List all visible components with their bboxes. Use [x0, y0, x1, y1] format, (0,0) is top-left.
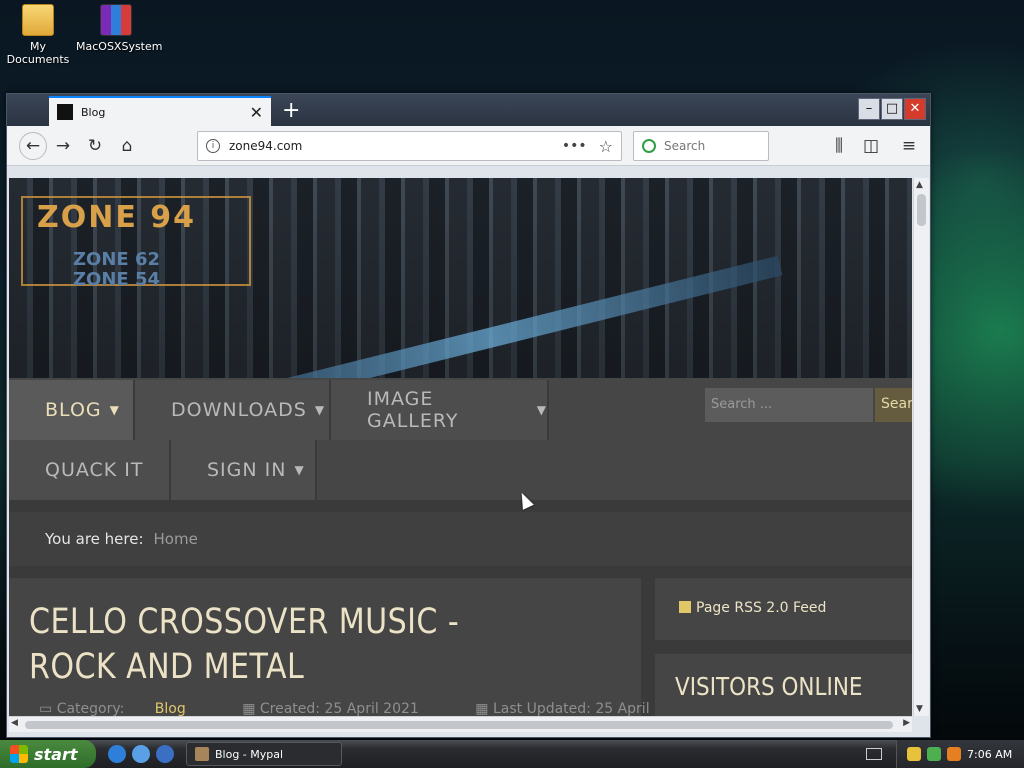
- article-category: ▭ Category: Blog: [39, 701, 186, 716]
- network-icon[interactable]: [927, 747, 941, 761]
- desktop-icon-my-documents[interactable]: My Documents: [0, 4, 78, 66]
- minimize-button[interactable]: –: [858, 98, 880, 120]
- maximize-button[interactable]: □: [881, 98, 903, 120]
- nav-toolbar: ← → ↻ ⌂ i zone94.com ••• ☆ Search ⫼ ◫ ≡: [7, 126, 930, 166]
- new-tab-button[interactable]: +: [282, 98, 300, 123]
- menu-item-downloads[interactable]: DOWNLOADS ▼: [135, 380, 331, 440]
- breadcrumb-label: You are here:: [45, 530, 144, 548]
- bookmark-star-icon[interactable]: ☆: [599, 137, 613, 156]
- menu-hamburger-icon[interactable]: ≡: [897, 134, 921, 158]
- start-label: start: [34, 744, 78, 764]
- windows-flag-icon: [10, 745, 28, 763]
- desktop-icon-macosxsystem[interactable]: MacOSXSystem: [76, 4, 162, 53]
- winrar-icon: [100, 4, 132, 36]
- ie-icon[interactable]: [108, 745, 126, 763]
- taskbar: start Blog - Mypal 7:06 AM: [0, 740, 1024, 768]
- hscroll-thumb[interactable]: [25, 721, 893, 729]
- logo-line3-text: ZONE 54: [73, 269, 161, 290]
- article: CELLO CROSSOVER MUSIC - ROCK AND METAL ▭…: [9, 578, 690, 716]
- mypal-icon: [195, 747, 209, 761]
- rss-link[interactable]: Page RSS 2.0 Feed: [696, 600, 826, 616]
- clock: 7:06 AM: [967, 747, 1013, 761]
- main-menu: BLOG ▼ DOWNLOADS ▼ IMAGE GALLERY ▼ QUACK IT…: [9, 378, 912, 500]
- tab-blog[interactable]: Blog ✕: [49, 96, 271, 126]
- sidebar-toggle-icon[interactable]: ◫: [859, 134, 883, 158]
- system-tray: 7:06 AM: [896, 740, 1024, 768]
- search-engine-icon: [642, 139, 656, 153]
- menu-item-label: DOWNLOADS: [171, 399, 307, 421]
- caret-down-icon: ▼: [294, 463, 305, 477]
- forward-button[interactable]: →: [51, 134, 75, 158]
- scroll-up-icon[interactable]: ▲: [916, 180, 923, 190]
- category-label: Category:: [56, 701, 125, 716]
- tab-title: Blog: [81, 105, 106, 119]
- url-text: zone94.com: [229, 139, 303, 153]
- scroll-down-icon[interactable]: ▼: [916, 704, 923, 714]
- search-tray-icon[interactable]: [947, 747, 961, 761]
- caret-down-icon: ▼: [536, 403, 547, 417]
- search-placeholder: Search: [664, 139, 706, 153]
- category-link[interactable]: Blog: [155, 701, 186, 716]
- desktop-icon-label: MacOSXSystem: [76, 40, 163, 53]
- taskbar-item-blog-mypal[interactable]: Blog - Mypal: [186, 742, 342, 766]
- reload-button[interactable]: ↻: [83, 134, 107, 158]
- logo-line2-text: ZONE 62: [73, 249, 161, 270]
- security-shield-icon[interactable]: [907, 747, 921, 761]
- site-header-banner: ZONE 94 ZONE 62 ZONE 54: [9, 178, 912, 421]
- menu-item-sign-in[interactable]: SIGN IN ▼: [171, 440, 317, 500]
- address-bar[interactable]: i zone94.com ••• ☆: [197, 131, 622, 161]
- keyboard-icon[interactable]: [866, 748, 882, 760]
- horizontal-scrollbar[interactable]: ◀ ▶: [9, 716, 912, 732]
- home-button[interactable]: ⌂: [115, 134, 139, 158]
- caret-down-icon: ▼: [109, 403, 120, 417]
- breadcrumb: You are here: Home: [9, 512, 912, 566]
- library-icon[interactable]: ⫼: [827, 134, 851, 158]
- page-actions-icon[interactable]: •••: [562, 138, 587, 154]
- logo-line1: ZONE 94: [37, 200, 197, 235]
- page-viewport: ZONE 94 ZONE 62 ZONE 54 BLOG ▼ DOWNLOADS ▼…: [9, 178, 912, 716]
- desktop-icon-label: My Documents: [6, 40, 70, 66]
- breadcrumb-home: Home: [153, 530, 198, 548]
- menu-item-quack-it[interactable]: QUACK IT: [9, 440, 171, 500]
- rss-icon: [679, 601, 691, 613]
- site-search-input[interactable]: Search ...: [705, 388, 873, 422]
- browser-window: Blog ✕ + – □ ✕ ← → ↻ ⌂ i zone94.com ••• …: [6, 93, 931, 738]
- back-button[interactable]: ←: [19, 132, 47, 160]
- site-search-button[interactable]: Search: [875, 388, 912, 422]
- start-button[interactable]: start: [0, 740, 96, 768]
- menu-item-label: IMAGE GALLERY: [367, 388, 459, 432]
- media-player-icon[interactable]: [156, 745, 174, 763]
- visitors-online-panel: VISITORS ONLINE: [655, 654, 912, 716]
- scroll-thumb[interactable]: [917, 194, 926, 226]
- browser-quicklaunch-icon[interactable]: [132, 745, 150, 763]
- site-logo[interactable]: ZONE 94 ZONE 62 ZONE 54: [21, 196, 251, 290]
- article-title[interactable]: CELLO CROSSOVER MUSIC - ROCK AND METAL: [29, 600, 528, 690]
- menu-item-label: BLOG: [45, 399, 102, 421]
- menu-item-image-gallery[interactable]: IMAGE GALLERY ▼: [331, 380, 549, 440]
- article-created: ▦ Created: 25 April 2021: [242, 701, 419, 716]
- close-window-button[interactable]: ✕: [904, 98, 926, 120]
- visitors-online-title: VISITORS ONLINE: [675, 672, 863, 701]
- caret-down-icon: ▼: [314, 403, 326, 417]
- scroll-left-icon[interactable]: ◀: [11, 718, 18, 728]
- vertical-scrollbar[interactable]: ▲ ▼: [913, 178, 929, 716]
- menu-item-blog[interactable]: BLOG ▼: [9, 380, 135, 440]
- menu-item-label: SIGN IN: [207, 459, 287, 481]
- article-meta: ▭ Category: Blog ▦ Created: 25 April 202…: [39, 701, 742, 716]
- browser-search-input[interactable]: Search: [633, 131, 769, 161]
- scroll-right-icon[interactable]: ▶: [903, 718, 910, 728]
- created-date: Created: 25 April 2021: [259, 701, 419, 716]
- folder-icon: [22, 4, 54, 36]
- tab-close-icon[interactable]: ✕: [250, 103, 263, 122]
- logo-line2: ZONE 62 ZONE 54: [73, 250, 160, 290]
- menu-item-label: QUACK IT: [45, 459, 144, 481]
- rss-feed-panel: Page RSS 2.0 Feed: [655, 578, 912, 640]
- site-favicon-icon: [57, 104, 73, 120]
- tab-bar: Blog ✕ + – □ ✕: [7, 94, 930, 126]
- task-label: Blog - Mypal: [215, 747, 284, 761]
- info-icon[interactable]: i: [206, 139, 220, 153]
